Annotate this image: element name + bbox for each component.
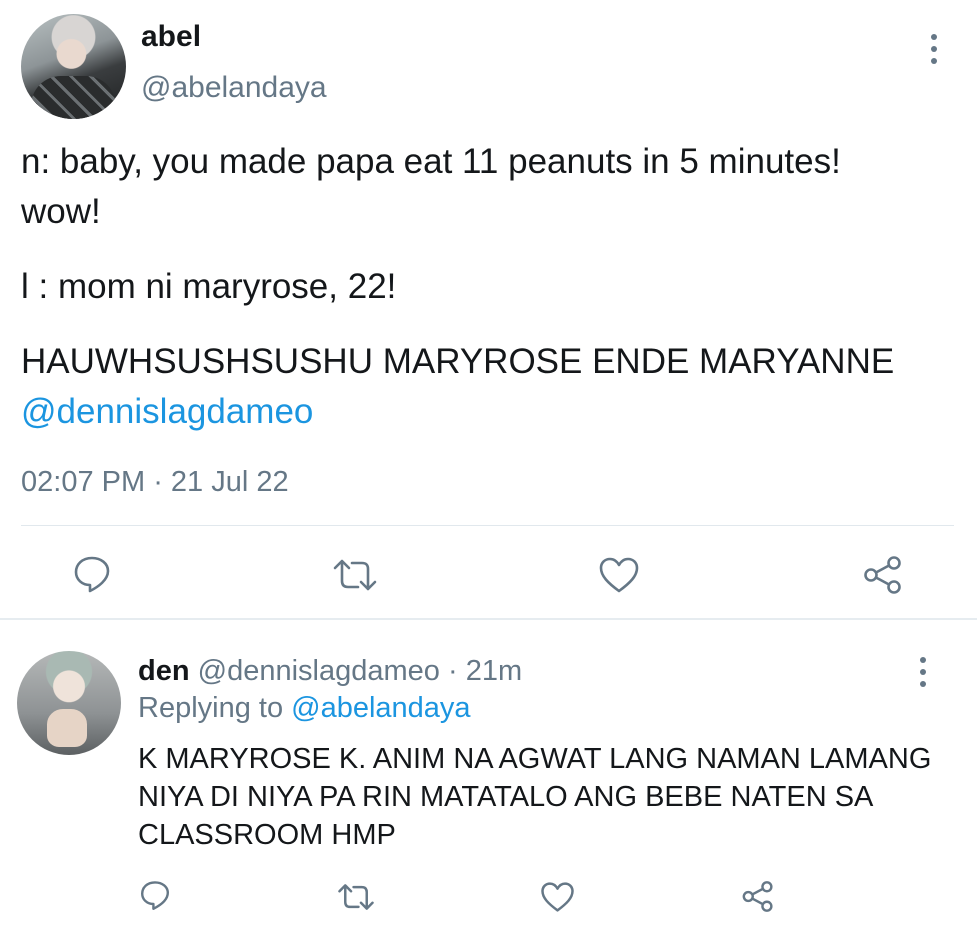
section-separator — [0, 618, 977, 620]
author-avatar[interactable] — [21, 14, 126, 119]
reply-author-name[interactable]: den — [138, 655, 190, 687]
replying-to-link[interactable]: @abelandaya — [291, 692, 470, 724]
tweet-line-3-text: HAUWHSUSHSUSHU MARYROSE ENDE MARYANNE — [21, 342, 895, 381]
reply-author-avatar[interactable] — [17, 651, 121, 755]
tweet-timestamp[interactable]: 02:07 PM · 21 Jul 22 — [21, 466, 289, 499]
author-handle[interactable]: @abelandaya — [141, 71, 327, 105]
heart-icon[interactable] — [598, 556, 640, 594]
tweet-date: 21 Jul 22 — [170, 466, 289, 498]
tweet-actions — [0, 552, 977, 598]
share-icon[interactable] — [862, 555, 904, 595]
reply-actions — [0, 872, 977, 916]
author-name[interactable]: abel — [141, 20, 201, 54]
more-vertical-icon[interactable] — [928, 34, 940, 64]
heart-icon[interactable] — [540, 881, 575, 913]
retweet-icon[interactable] — [337, 882, 375, 912]
tweet-line-3: HAUWHSUSHSUSHU MARYROSE ENDE MARYANNE @d… — [21, 337, 921, 437]
reply-header: den @dennislagdameo · 21m — [138, 655, 522, 688]
meta-separator: · — [145, 466, 171, 498]
reply-age[interactable]: 21m — [466, 655, 522, 687]
reply-author-handle[interactable]: @dennislagdameo — [198, 655, 440, 687]
more-vertical-icon[interactable] — [917, 657, 929, 687]
tweet-time: 02:07 PM — [21, 466, 146, 498]
replying-to: Replying to @abelandaya — [138, 692, 471, 725]
retweet-icon[interactable] — [332, 557, 378, 593]
tweet-line-2: l : mom ni maryrose, 22! — [21, 267, 397, 306]
reply-icon[interactable] — [73, 555, 111, 595]
share-icon[interactable] — [741, 880, 775, 913]
reply-meta-separator: · — [439, 655, 466, 687]
mention-link[interactable]: @dennislagdameo — [21, 392, 313, 431]
replying-to-label: Replying to — [138, 692, 292, 724]
reply-icon[interactable] — [139, 880, 171, 912]
tweet-line-1: n: baby, you made papa eat 11 peanuts in… — [21, 142, 841, 231]
tweet-text: n: baby, you made papa eat 11 peanuts in… — [21, 137, 921, 462]
divider — [21, 525, 954, 526]
reply-text: K MARYROSE K. ANIM NA AGWAT LANG NAMAN L… — [138, 743, 932, 851]
